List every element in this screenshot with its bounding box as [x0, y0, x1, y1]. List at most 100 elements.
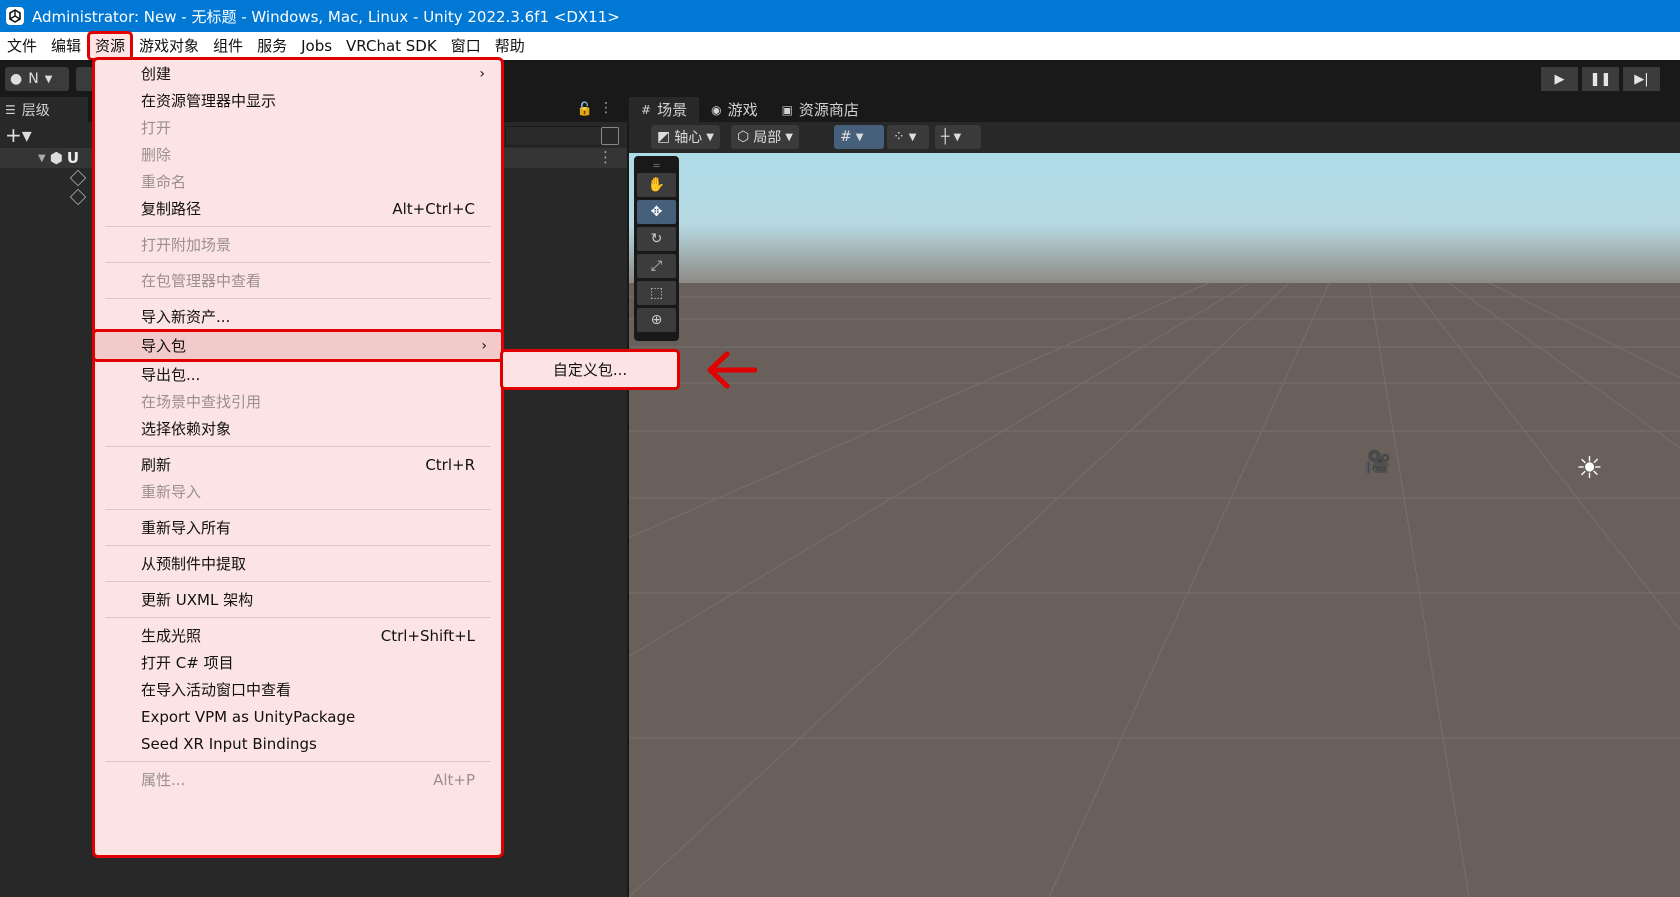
- menu-item-update-uxml-label: 更新 UXML 架构: [141, 591, 254, 609]
- menu-item-view-in-pm-label: 在包管理器中查看: [141, 272, 262, 290]
- menu-item-extract-from-prefab[interactable]: 从预制件中提取: [95, 550, 501, 577]
- add-button[interactable]: +▾: [5, 123, 32, 147]
- palette-grip[interactable]: ═: [637, 159, 676, 173]
- grid-icon: #: [641, 102, 652, 117]
- pivot-dropdown[interactable]: ◩ 轴心 ▼: [651, 125, 720, 149]
- ruler-icon: ┼: [941, 129, 950, 145]
- menu-item-import-new-asset[interactable]: 导入新资产...: [95, 303, 501, 330]
- scene-panel: # 场景 ◉ 游戏 ▣ 资源商店 ◩ 轴心 ▼ ⬡ 局部 ▼ # ▼ ⁘ ▼ ┼ ▼ ═ ✋ ✥ ↻…: [629, 97, 1680, 897]
- scene-ground-plane[interactable]: [629, 283, 1680, 897]
- menu-item-refresh[interactable]: 刷新 Ctrl+R: [95, 451, 501, 478]
- pivot-icon: ◩: [657, 129, 671, 145]
- search-mode-icon[interactable]: [601, 127, 619, 145]
- scene-icon: ⬢: [49, 149, 63, 167]
- scene-root-label: U: [66, 149, 79, 167]
- lock-icon[interactable]: 🔓: [577, 102, 593, 117]
- local-dropdown[interactable]: ⬡ 局部 ▼: [731, 125, 799, 149]
- transform-tool-button[interactable]: ⊕: [637, 308, 676, 332]
- menu-item-view-in-package-manager: 在包管理器中查看: [95, 267, 501, 294]
- move-tool-button[interactable]: ✥: [637, 200, 676, 224]
- account-button[interactable]: ● N ▼: [5, 67, 69, 91]
- submenu-item-custom-package[interactable]: 自定义包...: [553, 359, 627, 380]
- step-button[interactable]: ▶|: [1623, 67, 1660, 91]
- menu-component[interactable]: 组件: [206, 32, 250, 60]
- expand-arrow-icon[interactable]: ▼: [38, 153, 46, 164]
- menu-item-export-vpm[interactable]: Export VPM as UnityPackage: [95, 703, 501, 730]
- menu-item-create-label: 创建: [141, 65, 172, 83]
- more-options-icon[interactable]: ⋮: [599, 100, 613, 116]
- hand-tool-button[interactable]: ✋: [637, 173, 676, 197]
- menu-jobs[interactable]: Jobs: [294, 32, 339, 60]
- menu-edit[interactable]: 编辑: [44, 32, 88, 60]
- red-arrow-annotation: [707, 351, 757, 389]
- menu-item-export-package-label: 导出包...: [141, 366, 201, 384]
- cube-icon: ⬡: [737, 129, 750, 145]
- rotate-tool-button[interactable]: ↻: [637, 227, 676, 251]
- tab-game[interactable]: ◉ 游戏: [699, 97, 770, 122]
- menu-divider: [105, 446, 491, 447]
- tab-scene[interactable]: # 场景: [629, 97, 700, 122]
- shortcut-label: Ctrl+Shift+L: [380, 626, 475, 645]
- menu-assets[interactable]: 资源: [87, 31, 134, 61]
- menu-file[interactable]: 文件: [0, 32, 44, 60]
- menu-help[interactable]: 帮助: [488, 32, 532, 60]
- menu-item-reimport: 重新导入: [95, 478, 501, 505]
- menu-item-reimport-label: 重新导入: [141, 483, 202, 501]
- rotate-icon: ↻: [650, 231, 663, 247]
- list-icon: ☰: [5, 102, 16, 117]
- play-controls: ▶ ❚❚ ▶|: [1541, 67, 1660, 91]
- menu-item-select-dependencies[interactable]: 选择依赖对象: [95, 415, 501, 442]
- snap-increment-button[interactable]: ⁘ ▼: [887, 125, 929, 149]
- hierarchy-search-input[interactable]: [505, 126, 602, 146]
- tool-palette: ═ ✋ ✥ ↻ ⤢ ⬚ ⊕: [634, 156, 679, 341]
- menu-item-open-additive: 打开附加场景: [95, 231, 501, 258]
- menu-services[interactable]: 服务: [250, 32, 294, 60]
- menu-item-find-refs-label: 在场景中查找引用: [141, 393, 262, 411]
- menu-item-import-package[interactable]: 导入包 ›: [92, 329, 504, 362]
- menu-item-delete-label: 删除: [141, 146, 172, 164]
- rect-tool-button[interactable]: ⬚: [637, 281, 676, 305]
- pause-button[interactable]: ❚❚: [1582, 67, 1619, 91]
- menu-window[interactable]: 窗口: [444, 32, 488, 60]
- tab-asset-store[interactable]: ▣ 资源商店: [770, 97, 871, 122]
- menu-item-export-package[interactable]: 导出包...: [95, 361, 501, 388]
- menu-item-update-uxml[interactable]: 更新 UXML 架构: [95, 586, 501, 613]
- menu-item-reimport-all-label: 重新导入所有: [141, 519, 232, 537]
- menu-item-reimport-all[interactable]: 重新导入所有: [95, 514, 501, 541]
- scale-tool-button[interactable]: ⤢: [637, 254, 676, 278]
- menu-item-copy-path[interactable]: 复制路径 Alt+Ctrl+C: [95, 195, 501, 222]
- menu-item-view-import-window[interactable]: 在导入活动窗口中查看: [95, 676, 501, 703]
- window-titlebar: Administrator: New - 无标题 - Windows, Mac,…: [0, 0, 1680, 32]
- tab-asset-store-label: 资源商店: [798, 101, 859, 119]
- tab-hierarchy[interactable]: ☰ 层级: [0, 97, 88, 122]
- transform-icon: ⊕: [650, 312, 663, 328]
- menu-item-seed-xr[interactable]: Seed XR Input Bindings: [95, 730, 501, 757]
- menu-item-create[interactable]: 创建 ›: [95, 60, 501, 87]
- menu-item-select-deps-label: 选择依赖对象: [141, 420, 232, 438]
- gameobject-cube-icon[interactable]: [69, 188, 87, 206]
- ground-grid: [629, 283, 1680, 897]
- menu-item-import-new-label: 导入新资产...: [141, 308, 231, 326]
- ruler-button[interactable]: ┼ ▼: [935, 125, 981, 149]
- menu-item-show-in-explorer[interactable]: 在资源管理器中显示: [95, 87, 501, 114]
- menu-item-properties: 属性... Alt+P: [95, 766, 501, 793]
- gameobject-cube-icon[interactable]: [69, 169, 87, 187]
- scene-more-icon[interactable]: ⋮: [598, 148, 613, 166]
- light-gizmo-icon[interactable]: ☀: [1576, 451, 1603, 486]
- grid-snap-button[interactable]: # ▼: [834, 125, 884, 149]
- menu-item-refresh-label: 刷新: [141, 456, 172, 474]
- menu-item-extract-prefab-label: 从预制件中提取: [141, 555, 247, 573]
- play-button[interactable]: ▶: [1541, 67, 1578, 91]
- unity-logo-icon: [6, 7, 24, 25]
- pause-icon: ❚❚: [1589, 71, 1612, 87]
- menu-item-open-csharp-project[interactable]: 打开 C# 项目: [95, 649, 501, 676]
- menu-item-show-in-explorer-label: 在资源管理器中显示: [141, 92, 277, 110]
- menu-vrchat-sdk[interactable]: VRChat SDK: [339, 32, 444, 60]
- camera-gizmo-icon[interactable]: 🎥: [1364, 450, 1391, 475]
- chevron-down-icon: ▼: [706, 131, 714, 143]
- menu-gameobject[interactable]: 游戏对象: [132, 32, 206, 60]
- menu-item-generate-lighting[interactable]: 生成光照 Ctrl+Shift+L: [95, 622, 501, 649]
- menu-divider: [105, 226, 491, 227]
- account-label: N: [28, 71, 39, 87]
- scene-skybox: [629, 153, 1680, 283]
